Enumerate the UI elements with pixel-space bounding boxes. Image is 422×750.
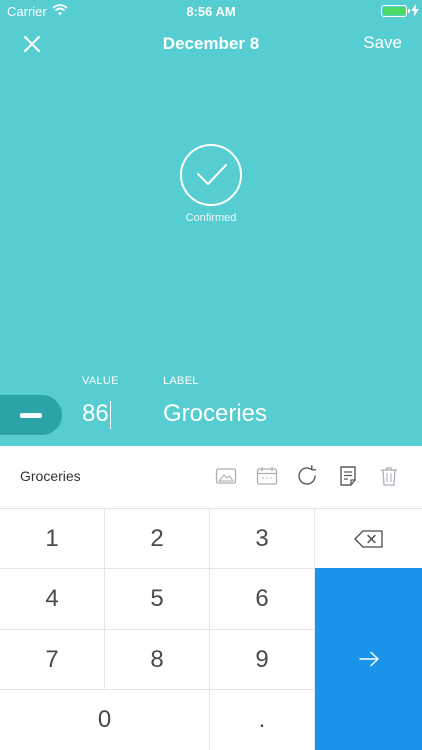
minus-icon <box>20 413 42 418</box>
backspace-key[interactable] <box>315 508 422 568</box>
key-9[interactable]: 9 <box>210 629 315 689</box>
header-panel: Carrier 8:56 AM December 8 Save Confirme… <box>0 0 422 446</box>
text-cursor <box>109 400 111 429</box>
key-5[interactable]: 5 <box>105 568 210 629</box>
status-bar: Carrier 8:56 AM <box>0 0 422 22</box>
image-icon[interactable] <box>214 464 238 488</box>
arrow-right-icon <box>358 651 379 667</box>
refresh-icon[interactable] <box>295 464 319 488</box>
backspace-icon <box>353 529 383 548</box>
trash-icon[interactable] <box>377 464 401 488</box>
toolbar: Groceries <box>0 446 422 508</box>
battery-icon <box>381 5 410 17</box>
sign-toggle-button[interactable] <box>0 395 62 435</box>
key-4[interactable]: 4 <box>0 568 105 629</box>
key-6[interactable]: 6 <box>210 568 315 629</box>
key-decimal[interactable]: . <box>210 689 315 750</box>
checkmark-icon <box>197 164 227 185</box>
confirm-toggle[interactable] <box>180 144 242 206</box>
key-0[interactable]: 0 <box>0 689 210 750</box>
status-label: Confirmed <box>185 212 237 224</box>
label-input[interactable]: Groceries <box>163 400 267 428</box>
calendar-icon[interactable] <box>255 464 279 488</box>
key-1[interactable]: 1 <box>0 508 105 568</box>
nav-bar: December 8 Save <box>0 26 422 62</box>
save-button[interactable]: Save <box>363 33 402 53</box>
key-2[interactable]: 2 <box>105 508 210 568</box>
enter-button[interactable] <box>315 568 422 750</box>
label-field-label: LABEL <box>163 375 199 387</box>
category-label[interactable]: Groceries <box>20 468 81 484</box>
page-title: December 8 <box>162 34 260 53</box>
value-text: 86 <box>82 400 109 427</box>
key-3[interactable]: 3 <box>210 508 315 568</box>
note-icon[interactable] <box>336 464 360 488</box>
key-7[interactable]: 7 <box>0 629 105 689</box>
keypad: 1 2 3 4 5 6 7 8 9 0 . <box>0 508 422 750</box>
key-8[interactable]: 8 <box>105 629 210 689</box>
status-time: 8:56 AM <box>186 4 236 19</box>
charging-icon <box>411 4 419 17</box>
value-input[interactable]: 86 <box>82 400 111 429</box>
value-field-label: VALUE <box>82 375 119 387</box>
